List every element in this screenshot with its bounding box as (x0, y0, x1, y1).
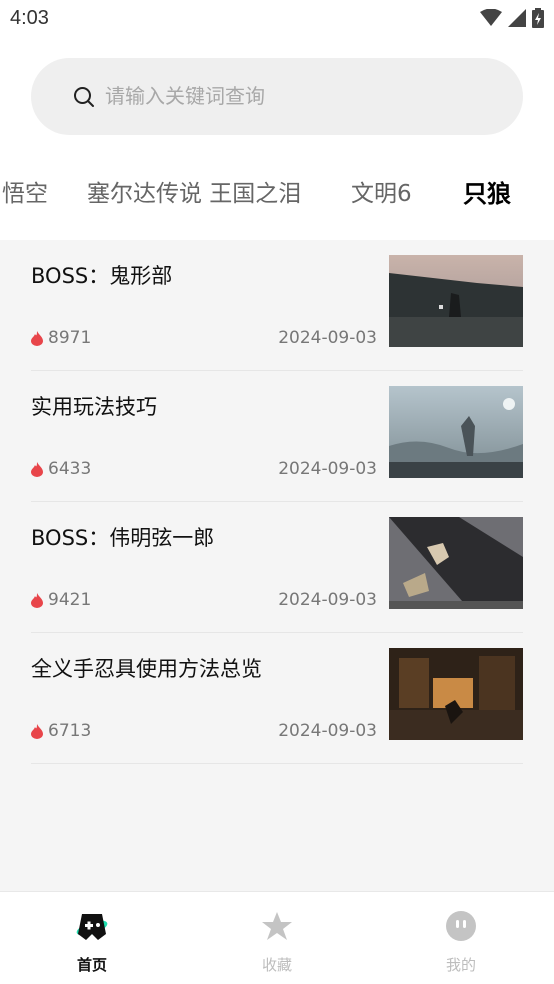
view-count-value: 6713 (48, 721, 92, 741)
nav-favorites-label: 收藏 (261, 956, 292, 974)
nav-home[interactable]: 首页 (32, 892, 152, 984)
article-title: BOSS：伟明弦一郎 (31, 526, 215, 550)
list-item[interactable]: 实用玩法技巧 6433 2024-09-03 (31, 371, 523, 502)
article-title: 全义手忍具使用方法总览 (31, 657, 262, 681)
header-area: 4:03 悟空 塞尔达传说 王国之泪 文明6 只狼 (0, 0, 554, 240)
search-bar[interactable] (31, 58, 523, 135)
tab-sekiro-label: 只狼 (463, 180, 511, 208)
view-count: 8971 (31, 328, 91, 348)
tab-zelda[interactable]: 塞尔达传说 王国之泪 (87, 174, 301, 208)
category-tabs: 悟空 塞尔达传说 王国之泪 文明6 只狼 (0, 160, 554, 222)
flame-icon (31, 330, 43, 346)
flame-icon (31, 461, 43, 477)
nav-profile[interactable]: 我的 (401, 892, 521, 984)
view-count: 6713 (31, 721, 91, 741)
list-item[interactable]: 全义手忍具使用方法总览 6713 2024-09-03 (31, 633, 523, 764)
flame-icon (31, 723, 43, 739)
article-date: 2024-09-03 (278, 328, 377, 348)
article-thumbnail (389, 648, 523, 740)
article-thumbnail (389, 386, 523, 478)
status-icons (480, 8, 544, 28)
article-title: 实用玩法技巧 (31, 395, 157, 419)
search-input[interactable] (105, 76, 485, 116)
view-count-value: 8971 (48, 328, 92, 348)
nav-favorites[interactable]: 收藏 (217, 892, 337, 984)
view-count: 6433 (31, 459, 91, 479)
wifi-icon (480, 9, 502, 26)
flame-icon (31, 592, 43, 608)
view-count-value: 6433 (48, 459, 92, 479)
article-title: BOSS：鬼形部 (31, 264, 173, 288)
article-thumbnail (389, 517, 523, 609)
search-icon (74, 87, 94, 107)
nav-profile-label: 我的 (445, 956, 476, 974)
profile-face-icon (446, 911, 476, 941)
list-item[interactable]: BOSS：伟明弦一郎 9421 2024-09-03 (31, 502, 523, 633)
list-item[interactable]: BOSS：鬼形部 8971 2024-09-03 (31, 240, 523, 371)
star-icon (262, 912, 292, 940)
article-list: BOSS：鬼形部 8971 2024-09-03 实用玩法技巧 6433 202… (31, 240, 523, 764)
tab-civ6[interactable]: 文明6 (351, 174, 412, 208)
view-count: 9421 (31, 590, 91, 610)
status-bar: 4:03 (0, 0, 554, 40)
article-date: 2024-09-03 (278, 590, 377, 610)
status-time: 4:03 (10, 7, 49, 29)
view-count-value: 9421 (48, 590, 92, 610)
game-controller-icon (76, 914, 108, 940)
article-date: 2024-09-03 (278, 459, 377, 479)
nav-home-label: 首页 (76, 956, 107, 974)
tab-wukong[interactable]: 悟空 (2, 174, 48, 208)
article-thumbnail (389, 255, 523, 347)
bottom-tab-bar: 首页 收藏 我的 (0, 891, 554, 984)
signal-icon (508, 9, 526, 27)
tab-sekiro[interactable]: 只狼 (463, 174, 511, 209)
article-date: 2024-09-03 (278, 721, 377, 741)
battery-icon (532, 8, 544, 28)
